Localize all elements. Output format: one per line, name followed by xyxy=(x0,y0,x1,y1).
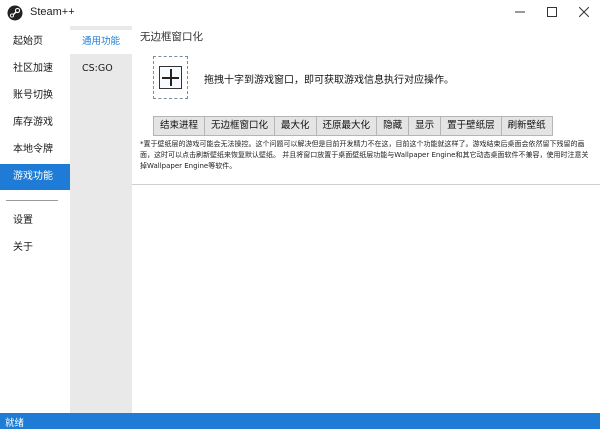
title-bar[interactable]: Steam++ xyxy=(0,0,600,26)
sidebar-item-account-switch[interactable]: 账号切换 xyxy=(0,83,70,109)
sidebar-item-about[interactable]: 关于 xyxy=(0,235,70,261)
minimize-icon xyxy=(515,11,525,13)
drag-hint-text: 拖拽十字到游戏窗口，即可获取游戏信息执行对应操作。 xyxy=(204,75,454,86)
status-text: 就绪 xyxy=(5,418,25,429)
warning-note: *置于壁纸层的游戏可能会无法操控。这个问题可以解决但是目前开发精力不在这，目前这… xyxy=(140,140,589,170)
subnav: 通用功能 CS:GO xyxy=(70,26,132,413)
window-title: Steam++ xyxy=(30,6,75,18)
sidebar-item-local-auth[interactable]: 本地令牌 xyxy=(0,137,70,163)
sidebar-divider xyxy=(6,200,58,201)
minimize-button[interactable] xyxy=(504,0,536,24)
borderless-window-button[interactable]: 无边框窗口化 xyxy=(205,117,276,135)
close-icon xyxy=(579,7,589,17)
main-panel: 无边框窗口化 拖拽十字到游戏窗口，即可获取游戏信息执行对应操作。 结束进程 无边… xyxy=(132,26,600,413)
sidebar-item-start[interactable]: 起始页 xyxy=(0,29,70,55)
show-window-button[interactable]: 显示 xyxy=(409,117,442,135)
subnav-item-csgo[interactable]: CS:GO xyxy=(70,57,132,81)
steam-logo-icon xyxy=(7,5,23,21)
status-bar: 就绪 xyxy=(0,413,600,429)
subnav-item-general[interactable]: 通用功能 xyxy=(70,30,132,54)
app-window: Steam++ 起始页 社区加速 账号切换 库存游戏 本地令牌 游戏功能 设置 … xyxy=(0,0,600,429)
close-button[interactable] xyxy=(568,0,600,24)
crosshair-icon[interactable] xyxy=(159,66,182,89)
hide-window-button[interactable]: 隐藏 xyxy=(377,117,410,135)
sidebar-item-settings[interactable]: 设置 xyxy=(0,208,70,234)
wallpaper-layer-button[interactable]: 置于壁纸层 xyxy=(441,117,502,135)
section-divider xyxy=(132,184,600,185)
maximize-icon xyxy=(547,7,557,17)
end-process-button[interactable]: 结束进程 xyxy=(154,117,206,135)
refresh-wallpaper-button[interactable]: 刷新壁纸 xyxy=(501,117,552,135)
sidebar: 起始页 社区加速 账号切换 库存游戏 本地令牌 游戏功能 设置 关于 xyxy=(0,26,70,413)
sidebar-item-library-games[interactable]: 库存游戏 xyxy=(0,110,70,136)
action-button-group: 结束进程 无边框窗口化 最大化 还原最大化 隐藏 显示 置于壁纸层 刷新壁纸 xyxy=(153,116,553,136)
maximize-window-button[interactable]: 最大化 xyxy=(275,117,317,135)
sidebar-item-community-proxy[interactable]: 社区加速 xyxy=(0,56,70,82)
maximize-button[interactable] xyxy=(536,0,568,24)
drag-target-box[interactable] xyxy=(153,56,188,99)
sidebar-item-game-tools[interactable]: 游戏功能 xyxy=(0,164,70,190)
restore-maximize-button[interactable]: 还原最大化 xyxy=(316,117,378,135)
section-title: 无边框窗口化 xyxy=(140,31,203,43)
